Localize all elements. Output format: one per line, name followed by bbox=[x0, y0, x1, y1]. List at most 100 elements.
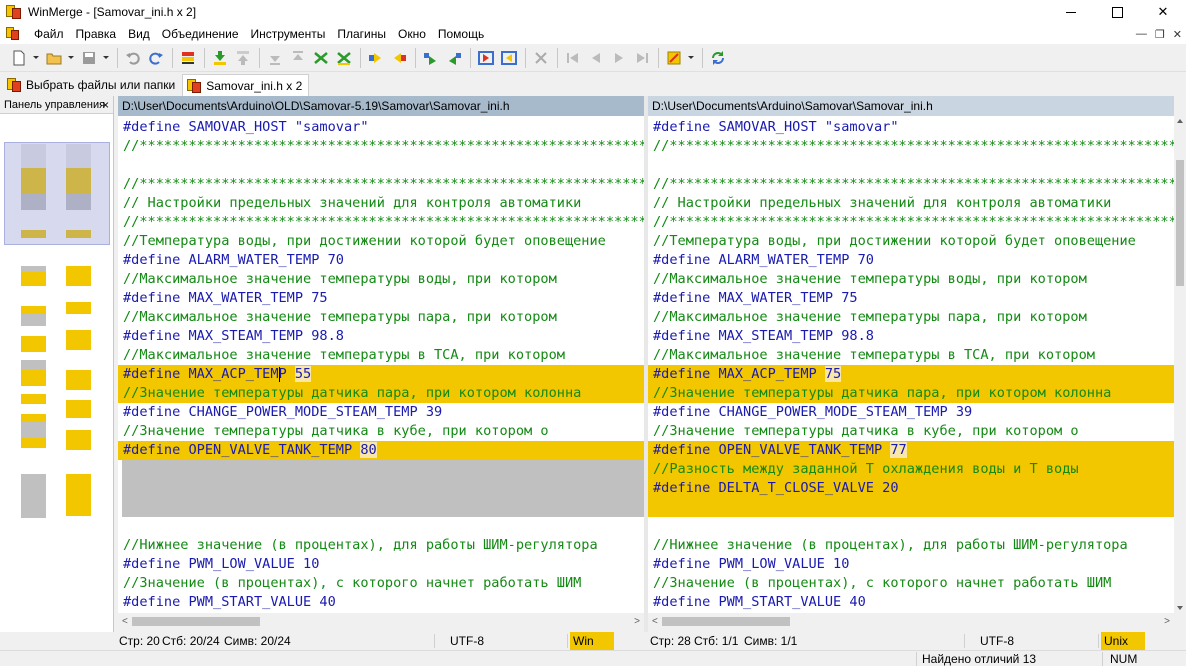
scroll-left-icon[interactable]: < bbox=[122, 617, 128, 627]
mdi-minimize-icon[interactable]: — bbox=[1136, 28, 1147, 40]
code-line[interactable]: #define DELTA_T_CLOSE_VALVE 20 bbox=[648, 479, 1174, 498]
left-eol-badge[interactable]: Win bbox=[570, 632, 614, 650]
scroll-down-icon[interactable] bbox=[1177, 606, 1183, 610]
current-diff-button[interactable] bbox=[287, 47, 309, 69]
save-button[interactable] bbox=[78, 47, 100, 69]
left-encoding[interactable]: UTF-8 bbox=[450, 632, 484, 650]
copy-left-advance-button[interactable] bbox=[443, 47, 465, 69]
code-line[interactable]: #define OPEN_VALVE_TANK_TEMP 77 bbox=[648, 441, 1174, 460]
comment-line[interactable]: //Максимальное значение температуры пара… bbox=[118, 308, 644, 327]
copy-to-left-button[interactable] bbox=[388, 47, 410, 69]
open-dropdown-button[interactable] bbox=[66, 47, 76, 69]
empty-line[interactable] bbox=[648, 517, 1174, 536]
menu-file[interactable]: Файл bbox=[28, 24, 70, 44]
comment-line[interactable]: //Максимальное значение температуры воды… bbox=[648, 270, 1174, 289]
scroll-thumb[interactable] bbox=[662, 617, 790, 626]
prev-file-button[interactable] bbox=[585, 47, 607, 69]
comment-line[interactable]: //Значение температуры датчика в кубе, п… bbox=[648, 422, 1174, 441]
next-diff-button[interactable] bbox=[209, 47, 231, 69]
comment-line[interactable]: //**************************************… bbox=[648, 137, 1174, 156]
options-dropdown-button[interactable] bbox=[686, 47, 696, 69]
code-line[interactable]: #define PWM_START_VALUE 40 bbox=[118, 593, 644, 612]
comment-line[interactable]: //**************************************… bbox=[118, 137, 644, 156]
comment-line[interactable]: // Настройки предельных значений для кон… bbox=[118, 194, 644, 213]
document-menu-icon[interactable] bbox=[6, 27, 22, 41]
menu-merge[interactable]: Объединение bbox=[156, 24, 245, 44]
open-folder-button[interactable] bbox=[43, 47, 65, 69]
menu-plugins[interactable]: Плагины bbox=[331, 24, 392, 44]
comment-line[interactable]: //**************************************… bbox=[118, 175, 644, 194]
code-line[interactable]: #define ALARM_WATER_TEMP 70 bbox=[118, 251, 644, 270]
diff-marker-icon[interactable] bbox=[177, 47, 199, 69]
scroll-up-icon[interactable] bbox=[1177, 119, 1183, 123]
right-encoding[interactable]: UTF-8 bbox=[980, 632, 1014, 650]
new-file-button[interactable] bbox=[8, 47, 30, 69]
scroll-right-icon[interactable]: > bbox=[1164, 617, 1170, 627]
comment-line[interactable]: //Максимальное значение температуры в ТС… bbox=[118, 346, 644, 365]
new-dropdown-button[interactable] bbox=[31, 47, 41, 69]
comment-line[interactable]: //Максимальное значение температуры воды… bbox=[118, 270, 644, 289]
menu-help[interactable]: Помощь bbox=[432, 24, 490, 44]
code-line[interactable]: #define CHANGE_POWER_MODE_STEAM_TEMP 39 bbox=[118, 403, 644, 422]
comment-line[interactable]: //**************************************… bbox=[648, 175, 1174, 194]
redo-button[interactable] bbox=[145, 47, 167, 69]
right-eol-badge[interactable]: Unix bbox=[1101, 632, 1145, 650]
comment-line[interactable]: //**************************************… bbox=[118, 213, 644, 232]
tab-file-compare[interactable]: Samovar_ini.h x 2 bbox=[182, 74, 310, 96]
delete-button[interactable] bbox=[530, 47, 552, 69]
copy-to-right-button[interactable] bbox=[365, 47, 387, 69]
code-line[interactable]: #define CHANGE_POWER_MODE_STEAM_TEMP 39 bbox=[648, 403, 1174, 422]
code-line[interactable]: #define SAMOVAR_HOST "samovar" bbox=[118, 118, 644, 137]
vertical-scrollbar[interactable] bbox=[1174, 116, 1186, 613]
code-line[interactable]: #define PWM_LOW_VALUE 10 bbox=[648, 555, 1174, 574]
comment-line[interactable]: //Значение (в процентах), с которого нач… bbox=[648, 574, 1174, 593]
comment-line[interactable]: //Максимальное значение температуры в ТС… bbox=[648, 346, 1174, 365]
visible-area-indicator[interactable] bbox=[4, 142, 110, 245]
comment-line[interactable]: //Температура воды, при достижении котор… bbox=[118, 232, 644, 251]
next-conflict-button[interactable] bbox=[333, 47, 355, 69]
options-button[interactable] bbox=[663, 47, 685, 69]
scroll-left-icon[interactable]: < bbox=[652, 617, 658, 627]
menu-window[interactable]: Окно bbox=[392, 24, 432, 44]
close-icon[interactable]: × bbox=[102, 98, 109, 112]
code-line[interactable]: #define ALARM_WATER_TEMP 70 bbox=[648, 251, 1174, 270]
comment-line[interactable]: //Значение температуры датчика пара, при… bbox=[648, 384, 1174, 403]
prev-conflict-button[interactable] bbox=[310, 47, 332, 69]
code-line[interactable]: #define MAX_WATER_TEMP 75 bbox=[118, 289, 644, 308]
empty-line[interactable] bbox=[648, 156, 1174, 175]
code-line[interactable]: #define MAX_ACP_TEMP 55 bbox=[118, 365, 644, 384]
menu-view[interactable]: Вид bbox=[122, 24, 156, 44]
refresh-button[interactable] bbox=[707, 47, 729, 69]
left-file-path[interactable]: D:\User\Documents\Arduino\OLD\Samovar-5.… bbox=[118, 96, 644, 116]
code-line[interactable]: #define PWM_START_VALUE 40 bbox=[648, 593, 1174, 612]
next-file-button[interactable] bbox=[608, 47, 630, 69]
menu-edit[interactable]: Правка bbox=[70, 24, 123, 44]
right-text-pane[interactable]: #define SAMOVAR_HOST "samovar"//********… bbox=[648, 116, 1174, 613]
minimize-button[interactable] bbox=[1048, 0, 1094, 24]
scroll-thumb[interactable] bbox=[1176, 160, 1184, 286]
left-text-pane[interactable]: #define SAMOVAR_HOST "samovar"//********… bbox=[118, 116, 644, 613]
code-line[interactable]: #define MAX_STEAM_TEMP 98.8 bbox=[118, 327, 644, 346]
copy-all-left-button[interactable] bbox=[498, 47, 520, 69]
close-button[interactable]: ✕ bbox=[1140, 0, 1186, 24]
comment-line[interactable]: // Настройки предельных значений для кон… bbox=[648, 194, 1174, 213]
code-line[interactable]: #define OPEN_VALVE_TANK_TEMP 80 bbox=[118, 441, 644, 460]
empty-line[interactable] bbox=[118, 156, 644, 175]
first-diff-button[interactable] bbox=[264, 47, 286, 69]
maximize-button[interactable] bbox=[1094, 0, 1140, 24]
comment-line[interactable]: //Нижнее значение (в процентах), для раб… bbox=[648, 536, 1174, 555]
mdi-close-icon[interactable]: ✕ bbox=[1173, 28, 1182, 41]
tab-select-files[interactable]: Выбрать файлы или папки bbox=[2, 74, 182, 96]
mdi-restore-icon[interactable]: ❐ bbox=[1155, 28, 1165, 41]
code-line[interactable]: #define SAMOVAR_HOST "samovar" bbox=[648, 118, 1174, 137]
comment-line[interactable]: //Значение температуры датчика в кубе, п… bbox=[118, 422, 644, 441]
left-horizontal-scrollbar[interactable]: < > bbox=[118, 613, 644, 630]
code-line[interactable]: #define PWM_LOW_VALUE 10 bbox=[118, 555, 644, 574]
code-line[interactable]: #define MAX_STEAM_TEMP 98.8 bbox=[648, 327, 1174, 346]
save-dropdown-button[interactable] bbox=[101, 47, 111, 69]
copy-right-advance-button[interactable] bbox=[420, 47, 442, 69]
scroll-thumb[interactable] bbox=[132, 617, 260, 626]
menu-tools[interactable]: Инструменты bbox=[245, 24, 332, 44]
code-line[interactable]: #define MAX_WATER_TEMP 75 bbox=[648, 289, 1174, 308]
comment-line[interactable]: //Температура воды, при достижении котор… bbox=[648, 232, 1174, 251]
